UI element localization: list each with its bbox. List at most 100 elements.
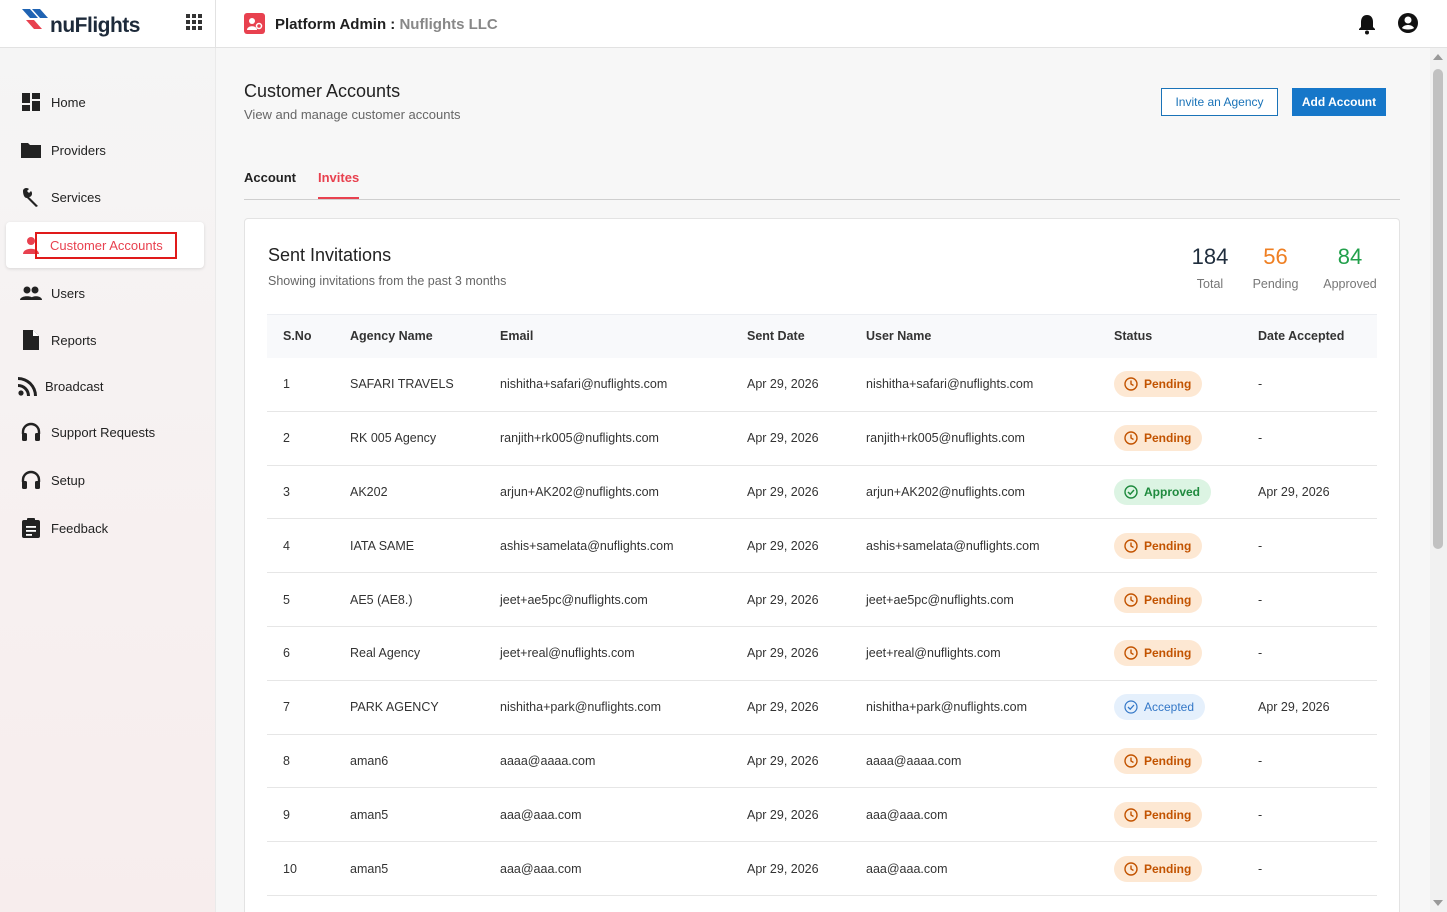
- sidebar-item-feedback[interactable]: Feedback: [6, 505, 204, 551]
- table-row[interactable]: 8 aman6 aaaa@aaaa.com Apr 29, 2026 aaaa@aaaa…: [267, 734, 1377, 788]
- status-badge: Pending: [1114, 532, 1203, 559]
- scroll-down-arrow-icon[interactable]: [1433, 900, 1443, 906]
- table-row[interactable]: 7 PARK AGENCY nishitha+park@nuflights.com A…: [267, 680, 1377, 735]
- status-badge-label: Pending: [1144, 807, 1192, 822]
- notification-bell-icon[interactable]: [1357, 13, 1377, 35]
- table-body: 1 SAFARI TRAVELS nishitha+safari@nuflights…: [267, 358, 1377, 896]
- sidebar-item-broadcast[interactable]: Broadcast: [6, 363, 204, 409]
- sidebar-item-customer-accounts[interactable]: Customer Accounts: [6, 222, 204, 268]
- wrench-icon: [20, 186, 42, 208]
- cell-user-name: nishitha+safari@nuflights.com: [866, 377, 1034, 392]
- cell-sent-date: Apr 29, 2026: [747, 377, 819, 392]
- organization-icon: [244, 13, 265, 34]
- cell-user-name: ranjith+rk005@nuflights.com: [866, 431, 1025, 446]
- clock-icon: [1124, 861, 1144, 876]
- sidebar-item-home[interactable]: Home: [6, 79, 204, 125]
- page-scrollbar[interactable]: [1430, 48, 1447, 912]
- page-title: Customer Accounts: [244, 81, 401, 101]
- sidebar: Home Providers Services Customer Account…: [0, 48, 216, 912]
- brand-logo-text: nuFlights: [50, 14, 140, 37]
- table-row[interactable]: 1 SAFARI TRAVELS nishitha+safari@nuflights…: [267, 358, 1377, 412]
- status-badge-label: Pending: [1144, 538, 1192, 553]
- cell-email: jeet+ae5pc@nuflights.com: [500, 592, 648, 607]
- cell-date-accepted: -: [1258, 377, 1263, 392]
- cell-sno: 1: [283, 377, 290, 392]
- table-row[interactable]: 10 aman5 aaa@aaa.com Apr 29, 2026 aaa@aaa.co…: [267, 842, 1377, 896]
- cell-sno: 3: [283, 484, 290, 499]
- status-badge-label: Pending: [1144, 431, 1192, 446]
- cell-status: Pending: [1114, 788, 1258, 842]
- status-badge-label: Pending: [1144, 861, 1192, 876]
- clock-icon: [1124, 539, 1144, 553]
- column-header-date-accepted[interactable]: Date Accepted: [1258, 315, 1377, 358]
- table-row[interactable]: 6 Real Agency jeet+real@nuflights.com Apr 2…: [267, 626, 1377, 681]
- column-header-sent-date[interactable]: Sent Date: [747, 315, 866, 358]
- tab-invites[interactable]: Invites: [318, 170, 360, 199]
- document-icon: [20, 329, 42, 351]
- clock-icon: [1124, 431, 1144, 445]
- cell-date-accepted: -: [1258, 861, 1263, 876]
- invitations-table: S.No Agency Name Email Sent Date User Na…: [267, 314, 1377, 896]
- table-row[interactable]: 2 RK 005 Agency ranjith+rk005@nuflights.co…: [267, 411, 1377, 466]
- scroll-up-arrow-icon[interactable]: [1433, 54, 1443, 60]
- cell-email: jeet+real@nuflights.com: [500, 646, 635, 661]
- tab-account[interactable]: Account: [244, 170, 296, 197]
- table-row[interactable]: 5 AE5 (AE8.) jeet+ae5pc@nuflights.com Apr 2…: [267, 573, 1377, 627]
- table-row[interactable]: 3 AK202 arjun+AK202@nuflights.com Apr 29, 2…: [267, 465, 1377, 519]
- cell-sno: 7: [283, 700, 290, 715]
- cell-email: nishitha+park@nuflights.com: [500, 700, 662, 715]
- page-context-title: Platform Admin : Nuflights LLC: [275, 16, 498, 33]
- account-circle-icon[interactable]: [1397, 12, 1419, 34]
- sidebar-item-label: Support Requests: [51, 424, 156, 440]
- stat-approved-value: 84: [1337, 244, 1363, 269]
- stat-approved: 84 Approved: [1320, 244, 1380, 292]
- dashboard-icon: [20, 91, 42, 113]
- column-header-sno[interactable]: S.No: [267, 315, 350, 358]
- column-header-status[interactable]: Status: [1114, 315, 1258, 358]
- sidebar-item-providers[interactable]: Providers: [6, 127, 204, 173]
- sidebar-item-users[interactable]: Users: [6, 270, 204, 316]
- cell-date-accepted: -: [1258, 646, 1263, 661]
- cell-sent-date: Apr 29, 2026: [747, 538, 819, 553]
- sidebar-item-label: Broadcast: [45, 378, 104, 394]
- cell-status: Pending: [1114, 519, 1258, 573]
- stat-total-value: 184: [1191, 244, 1229, 269]
- sidebar-item-services[interactable]: Services: [6, 174, 204, 220]
- cell-sno: 4: [283, 538, 290, 553]
- table-row[interactable]: 9 aman5 aaa@aaa.com Apr 29, 2026 aaa@aaa.com…: [267, 788, 1377, 842]
- cell-agency-name: SAFARI TRAVELS: [350, 377, 454, 392]
- cell-user-name: ashis+samelata@nuflights.com: [866, 538, 1040, 553]
- cell-status: Approved: [1114, 465, 1258, 519]
- stat-pending: 56 Pending: [1248, 245, 1303, 292]
- column-header-user-name[interactable]: User Name: [866, 315, 1114, 358]
- sidebar-item-reports[interactable]: Reports: [6, 317, 204, 363]
- cell-sent-date: Apr 29, 2026: [747, 484, 819, 499]
- clock-icon: [1124, 592, 1144, 607]
- add-account-button[interactable]: Add Account: [1292, 88, 1386, 116]
- cell-user-name: jeet+ae5pc@nuflights.com: [866, 592, 1014, 607]
- column-header-email[interactable]: Email: [500, 315, 747, 358]
- cell-agency-name: Real Agency: [350, 646, 421, 661]
- nuflights-logo-icon: [22, 9, 48, 29]
- cell-sno: 6: [283, 646, 290, 661]
- status-badge: Approved: [1114, 478, 1212, 505]
- cell-sent-date: Apr 29, 2026: [747, 592, 819, 607]
- sidebar-item-support-requests[interactable]: Support Requests: [6, 409, 204, 455]
- app-grid-icon[interactable]: [186, 14, 202, 30]
- cell-agency-name: aman5: [350, 807, 389, 822]
- cell-user-name: aaaa@aaaa.com: [866, 753, 962, 768]
- scrollbar-thumb[interactable]: [1433, 69, 1443, 549]
- cell-date-accepted: Apr 29, 2026: [1258, 484, 1330, 499]
- invite-agency-button[interactable]: Invite an Agency: [1161, 88, 1278, 116]
- column-header-agency-name[interactable]: Agency Name: [350, 315, 500, 358]
- sidebar-item-label: Feedback: [51, 520, 109, 536]
- sidebar-item-setup[interactable]: Setup: [6, 457, 204, 503]
- clock-icon: [1124, 808, 1144, 822]
- cell-email: ranjith+rk005@nuflights.com: [500, 431, 659, 446]
- status-badge: Pending: [1114, 425, 1203, 452]
- cell-status: Pending: [1114, 734, 1258, 788]
- table-row[interactable]: 4 IATA SAME ashis+samelata@nuflights.com Ap…: [267, 519, 1377, 573]
- status-badge-label: Pending: [1144, 377, 1192, 392]
- group-icon: [20, 282, 42, 304]
- status-badge: Pending: [1114, 371, 1203, 398]
